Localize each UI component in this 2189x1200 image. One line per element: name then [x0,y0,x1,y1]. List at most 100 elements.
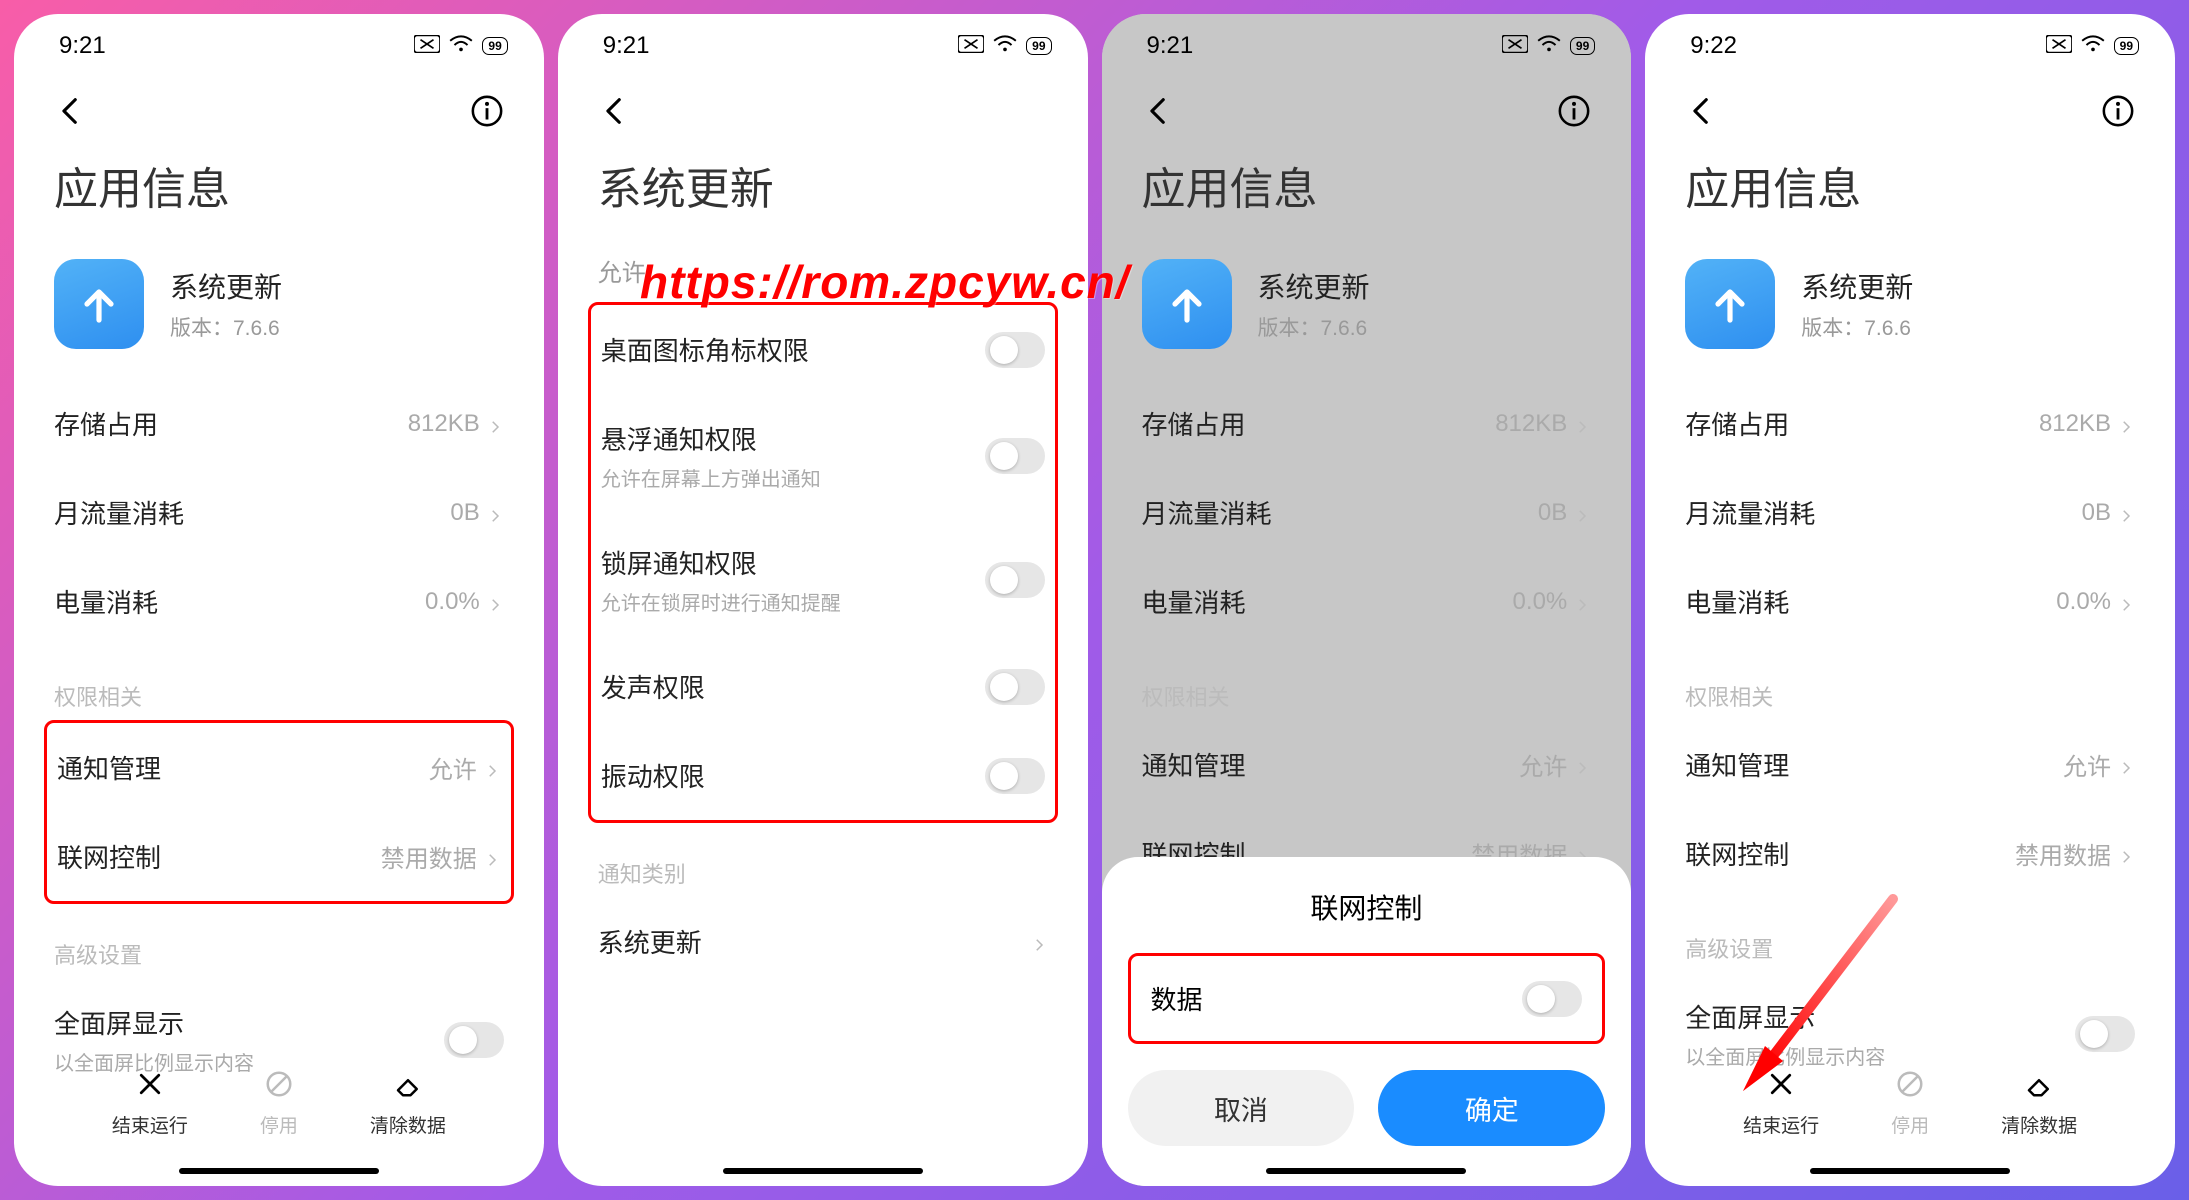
section-permissions: 权限相关 [44,646,514,720]
top-bar [558,66,1088,143]
chevron-right-icon [486,504,504,522]
chevron-right-icon [2117,845,2135,863]
row-label: 月流量消耗 [54,494,184,531]
back-button[interactable] [1685,94,1719,133]
battery-icon: 99 [482,37,507,55]
row-sound[interactable]: 发声权限 [591,642,1055,731]
row-value: 812KB [2039,410,2111,438]
page-title: 应用信息 [1645,143,2175,247]
row-data-usage[interactable]: 月流量消耗 0B [1675,468,2145,557]
row-notify-management: 通知管理 允许 [1132,720,1602,809]
chevron-right-icon [2117,504,2135,522]
app-header-row: 系统更新 版本：7.6.6 [14,247,544,379]
status-bar: 9:21 99 [558,14,1088,66]
no-sim-icon [1502,32,1528,60]
row-storage[interactable]: 存储占用 812KB [44,379,514,468]
row-sub: 允许在屏幕上方弹出通知 [601,463,821,492]
back-button[interactable] [54,94,88,133]
home-indicator[interactable] [1810,1168,2010,1174]
chevron-right-icon [1030,933,1048,951]
home-indicator[interactable] [1266,1168,1466,1174]
row-value: 0.0% [425,588,480,616]
action-clear-data[interactable]: 清除数据 [370,1069,446,1138]
action-force-stop[interactable]: 结束运行 [112,1069,188,1138]
chevron-right-icon [1573,415,1591,433]
back-button[interactable] [1142,94,1176,133]
toggle-sound[interactable] [985,669,1045,705]
row-label: 桌面图标角标权限 [601,331,809,368]
home-indicator[interactable] [723,1168,923,1174]
section-advanced: 高级设置 [44,904,514,978]
info-button[interactable] [470,94,504,133]
ok-button[interactable]: 确定 [1378,1070,1605,1146]
row-network-control[interactable]: 联网控制 禁用数据 [47,812,511,901]
info-button[interactable] [2101,94,2135,133]
toggle-badge[interactable] [985,332,1045,368]
row-category-sysupdate[interactable]: 系统更新 [588,897,1058,986]
row-value: 禁用数据 [381,839,477,874]
screen-1-app-info: 9:21 99 应用信息 系统更新 版本：7.6.6 存储占用 812KB 月流… [14,14,544,1186]
status-time: 9:21 [59,32,106,60]
no-sim-icon [414,32,440,60]
disable-icon [1895,1069,1925,1105]
row-data-usage[interactable]: 月流量消耗 0B [44,468,514,557]
page-title: 系统更新 [558,143,1088,247]
row-storage[interactable]: 存储占用 812KB [1675,379,2145,468]
eraser-icon [393,1069,423,1105]
row-power[interactable]: 电量消耗 0.0% [1675,557,2145,646]
home-indicator[interactable] [179,1168,379,1174]
row-storage: 存储占用 812KB [1132,379,1602,468]
screen-3-network-dialog: 9:21 99 应用信息 系统更新 版本：7.6.6 存储占用 812KB [1102,14,1632,1186]
chevron-right-icon [1573,504,1591,522]
row-power[interactable]: 电量消耗 0.0% [44,557,514,646]
screen-4-app-info-arrow: 9:22 99 应用信息 系统更新 版本：7.6.6 存储占用 812KB 月流… [1645,14,2175,1186]
row-lock[interactable]: 锁屏通知权限 允许在锁屏时进行通知提醒 [591,518,1055,642]
action-label: 结束运行 [112,1111,188,1138]
app-icon [1685,259,1775,349]
back-button[interactable] [598,94,632,133]
eraser-icon [2024,1069,2054,1105]
toggle-data[interactable] [1522,981,1582,1017]
top-bar [14,66,544,143]
row-badge[interactable]: 桌面图标角标权限 [591,305,1055,394]
row-value: 812KB [1495,410,1567,438]
app-meta: 系统更新 版本：7.6.6 [1801,266,1913,342]
row-label: 允许 [598,253,646,288]
battery-icon: 99 [2114,37,2139,55]
screen-2-system-update-notify: 9:21 99 系统更新 允许 桌面图标角标权限 悬浮通知权限 允许在屏幕上方弹… [558,14,1088,1186]
action-force-stop[interactable]: 结束运行 [1743,1069,1819,1138]
section-advanced: 高级设置 [1675,898,2145,972]
bottom-actions: 结束运行 停用 清除数据 [14,1069,544,1156]
app-version: 版本：7.6.6 [1258,312,1370,342]
row-label: 联网控制 [1685,835,1789,872]
action-disable[interactable]: 停用 [260,1069,298,1138]
toggle-lock[interactable] [985,562,1045,598]
toggle-vibra[interactable] [985,758,1045,794]
row-label: 存储占用 [54,405,158,442]
page-title: 应用信息 [1102,143,1632,247]
toggle-float[interactable] [985,438,1045,474]
row-label: 通知管理 [1685,746,1789,783]
row-value: 0B [450,499,479,527]
row-label: 电量消耗 [1685,583,1789,620]
info-button[interactable] [1557,94,1591,133]
row-float[interactable]: 悬浮通知权限 允许在屏幕上方弹出通知 [591,394,1055,518]
row-notify-management[interactable]: 通知管理 允许 [1675,720,2145,809]
toggle-fullscreen[interactable] [444,1022,504,1058]
highlight-box-toggles: 桌面图标角标权限 悬浮通知权限 允许在屏幕上方弹出通知 锁屏通知权限 允许在锁屏… [588,302,1058,823]
row-notify-management[interactable]: 通知管理 允许 [47,723,511,812]
action-label: 停用 [260,1111,298,1138]
row-value: 0.0% [2056,588,2111,616]
no-sim-icon [2046,32,2072,60]
row-value: 禁用数据 [2015,836,2111,871]
row-network-control[interactable]: 联网控制 禁用数据 [1675,809,2145,898]
action-clear-data[interactable]: 清除数据 [2001,1069,2077,1138]
sheet-row-data[interactable]: 数据 [1131,956,1603,1041]
top-bar [1102,66,1632,143]
action-disable[interactable]: 停用 [1891,1069,1929,1138]
cancel-button[interactable]: 取消 [1128,1070,1355,1146]
status-bar: 9:21 99 [1102,14,1632,66]
status-time: 9:21 [1147,32,1194,60]
row-vibra[interactable]: 振动权限 [591,731,1055,820]
toggle-fullscreen[interactable] [2075,1016,2135,1052]
